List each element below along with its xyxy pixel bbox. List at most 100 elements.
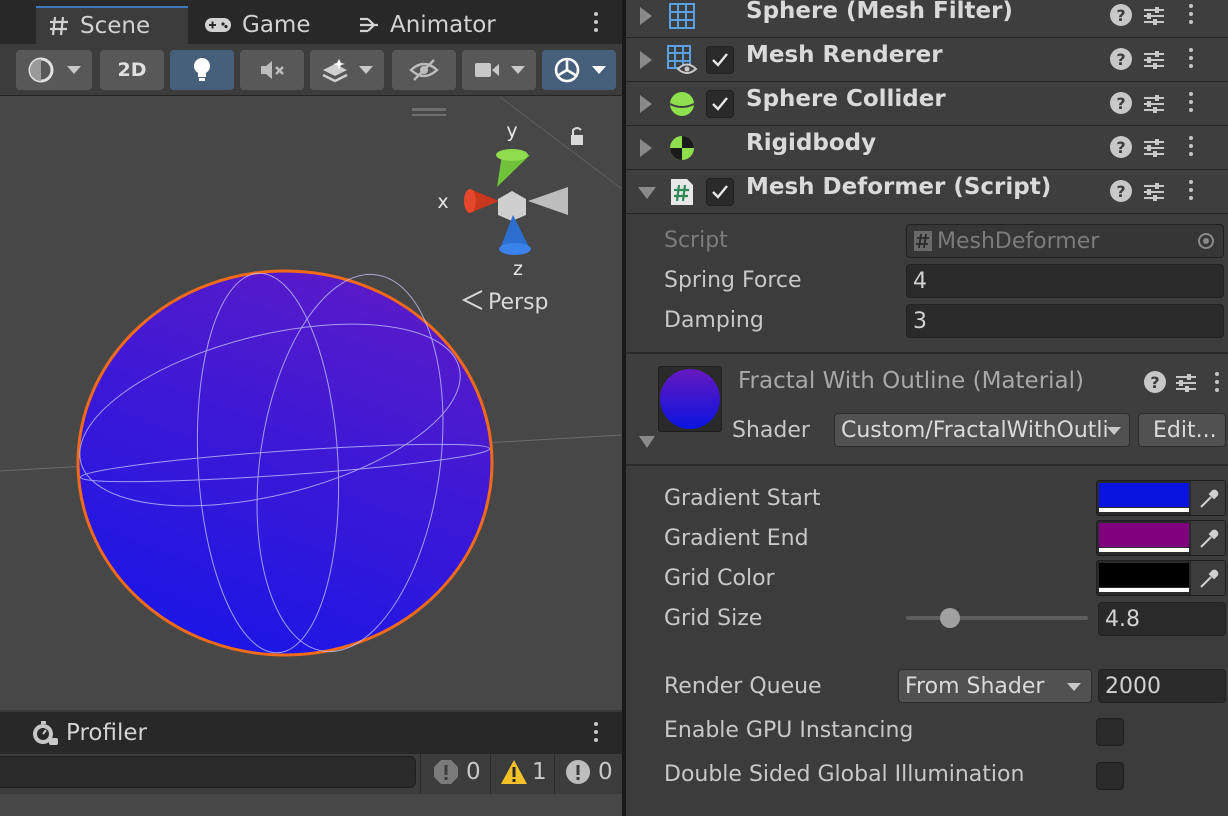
console-tab-menu-icon[interactable] — [593, 722, 599, 742]
material-preview-sphere — [660, 369, 720, 429]
gpu-instancing-checkbox[interactable] — [1096, 718, 1124, 746]
foldout-arrow-icon[interactable] — [640, 139, 652, 157]
effects-dropdown[interactable] — [310, 50, 384, 90]
tab-profiler[interactable]: Profiler — [30, 714, 147, 752]
orientation-gizmo[interactable] — [412, 108, 583, 255]
component-header-sphere-collider[interactable]: Sphere Collider ? — [626, 82, 1228, 126]
material-preview-thumbnail[interactable] — [658, 366, 722, 432]
mesh-filter-icon — [666, 0, 698, 32]
shader-label: Shader — [732, 418, 810, 443]
script-object-field[interactable]: MeshDeformer — [906, 224, 1224, 258]
lock-icon[interactable] — [571, 127, 583, 145]
projection-label[interactable]: Persp — [488, 290, 549, 315]
tab-game-label: Game — [242, 12, 311, 38]
component-name: Rigidbody — [746, 130, 877, 156]
component-header-mesh-renderer[interactable]: Mesh Renderer ? — [626, 38, 1228, 82]
grid-color-field[interactable] — [1096, 560, 1226, 596]
scene-tab-menu-icon[interactable] — [593, 12, 599, 32]
animator-icon — [360, 17, 378, 33]
help-icon[interactable]: ? — [1110, 180, 1132, 202]
camera-settings-dropdown[interactable] — [462, 50, 536, 90]
eyedropper-icon[interactable] — [1191, 481, 1225, 515]
sphere-object[interactable] — [76, 269, 494, 657]
scene-viewport[interactable]: y x z Persp — [0, 96, 622, 710]
grid-size-slider-thumb[interactable] — [939, 608, 960, 628]
component-header-rigidbody[interactable]: Rigidbody ? — [626, 126, 1228, 170]
tab-game[interactable]: Game — [204, 6, 310, 44]
help-icon[interactable]: ? — [1110, 92, 1132, 114]
component-menu-icon[interactable] — [1188, 136, 1194, 156]
shader-value: Custom/FractalWithOutline — [841, 417, 1107, 443]
tab-scene[interactable]: Scene — [36, 6, 188, 44]
foldout-arrow-icon[interactable] — [640, 51, 652, 69]
lighting-toggle-button[interactable] — [170, 50, 234, 90]
presets-icon[interactable] — [1142, 180, 1166, 204]
double-sided-gi-checkbox[interactable] — [1096, 762, 1124, 790]
component-menu-icon[interactable] — [1188, 48, 1194, 68]
gizmo-center-cube[interactable] — [498, 191, 526, 221]
presets-icon[interactable] — [1142, 92, 1166, 116]
gradient-start-swatch — [1099, 483, 1189, 507]
grid-size-slider-track[interactable] — [906, 608, 1088, 628]
foldout-arrow-icon[interactable] — [640, 95, 652, 113]
console-log-area[interactable] — [0, 794, 622, 816]
help-icon[interactable]: ? — [1144, 371, 1166, 393]
chevron-down-icon — [359, 66, 374, 74]
component-menu-icon[interactable] — [1188, 4, 1194, 24]
render-queue-field[interactable]: 2000 — [1098, 669, 1226, 703]
component-header-mesh-filter[interactable]: Sphere (Mesh Filter) ? — [626, 0, 1228, 38]
perspective-icon — [461, 290, 483, 310]
gizmos-icon — [554, 57, 580, 83]
damping-field[interactable]: 3 — [906, 304, 1224, 338]
component-enabled-checkbox[interactable] — [706, 90, 734, 118]
error-count-toggle[interactable]: 0 — [432, 756, 481, 788]
help-icon[interactable]: ? — [1110, 136, 1132, 158]
console-tab-bar: Profiler — [0, 712, 622, 754]
material-foldout-icon[interactable] — [639, 436, 655, 448]
component-menu-icon[interactable] — [1188, 92, 1194, 112]
presets-icon[interactable] — [1174, 371, 1198, 395]
render-queue-mode-dropdown[interactable]: From Shader — [898, 669, 1092, 703]
help-icon[interactable]: ? — [1110, 4, 1132, 26]
material-menu-icon[interactable] — [1214, 372, 1220, 392]
object-picker-icon[interactable] — [1197, 232, 1215, 250]
presets-icon[interactable] — [1142, 4, 1166, 28]
eyedropper-icon[interactable] — [1191, 561, 1225, 595]
presets-icon[interactable] — [1142, 48, 1166, 72]
presets-icon[interactable] — [1142, 136, 1166, 160]
foldout-arrow-icon[interactable] — [638, 187, 656, 199]
gizmos-dropdown[interactable] — [542, 50, 616, 90]
warning-count: 1 — [532, 759, 547, 785]
eyedropper-icon[interactable] — [1191, 521, 1225, 555]
tab-animator[interactable]: Animator — [358, 6, 496, 44]
console-search-input[interactable] — [0, 756, 416, 788]
audio-toggle-button[interactable] — [240, 50, 304, 90]
component-header-mesh-deformer[interactable]: Mesh Deformer (Script) ? — [626, 170, 1228, 214]
grid-size-field[interactable]: 4.8 — [1098, 602, 1226, 636]
draw-mode-dropdown[interactable] — [16, 50, 92, 90]
rigidbody-icon — [666, 132, 698, 164]
gizmo-neg-x-cone[interactable] — [528, 187, 568, 215]
scene-window: Scene Game Animator 2D y x z Persp — [0, 0, 622, 710]
mode-2d-button[interactable]: 2D — [100, 50, 164, 90]
component-enabled-checkbox[interactable] — [706, 178, 734, 206]
foldout-arrow-icon[interactable] — [640, 7, 652, 25]
gizmo-drag-handle[interactable] — [412, 108, 446, 111]
hidden-objects-toggle-button[interactable] — [392, 50, 456, 90]
help-icon[interactable]: ? — [1110, 48, 1132, 70]
warning-count-toggle[interactable]: 1 — [500, 756, 547, 788]
gizmo-x-label: x — [437, 191, 448, 213]
spring-force-field[interactable]: 4 — [906, 264, 1224, 298]
effects-layers-icon — [322, 59, 348, 83]
gradient-start-color-field[interactable] — [1096, 480, 1226, 516]
gradient-end-color-field[interactable] — [1096, 520, 1226, 556]
edit-shader-button[interactable]: Edit... — [1138, 413, 1226, 447]
script-value: MeshDeformer — [937, 228, 1100, 254]
component-enabled-checkbox[interactable] — [706, 46, 734, 74]
message-count: 0 — [598, 759, 613, 785]
shader-dropdown[interactable]: Custom/FractalWithOutline — [834, 413, 1130, 447]
checkmark-icon — [712, 97, 728, 111]
shading-mode-icon — [28, 57, 54, 83]
message-count-toggle[interactable]: 0 — [564, 756, 613, 788]
component-menu-icon[interactable] — [1188, 180, 1194, 200]
